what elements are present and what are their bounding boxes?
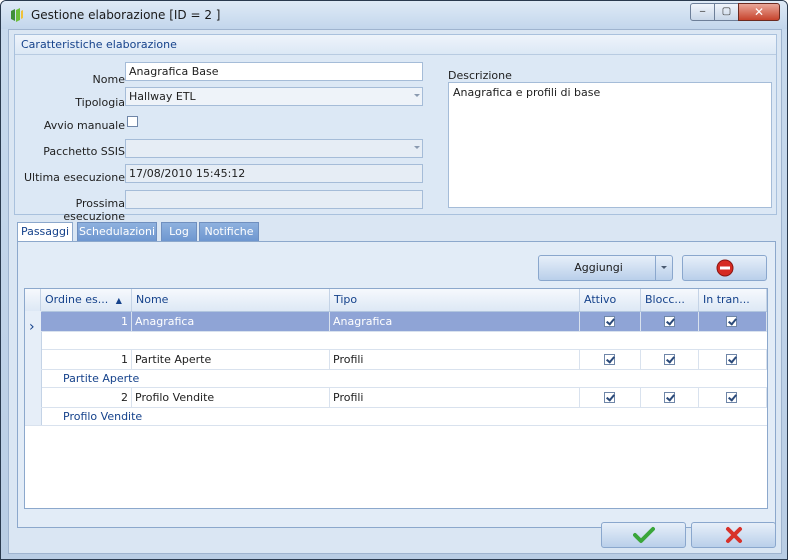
check-icon	[633, 527, 655, 543]
tab-notifiche[interactable]: Notifiche	[199, 222, 259, 242]
cell-ordine[interactable]: 1	[41, 312, 132, 332]
minimize-button[interactable]: ‒	[690, 3, 715, 21]
aggiungi-label: Aggiungi	[574, 261, 623, 274]
cell-blocc[interactable]	[641, 350, 699, 370]
ok-button[interactable]	[601, 522, 686, 548]
cell-tipo[interactable]: Profili	[330, 388, 580, 408]
tab-passaggi[interactable]: Passaggi	[17, 222, 73, 243]
pacchetto-ssis-select[interactable]	[125, 139, 423, 158]
blocc-checkbox[interactable]	[664, 354, 675, 365]
cell-intran[interactable]	[699, 312, 767, 332]
cell-tipo[interactable]: Anagrafica	[330, 312, 580, 332]
cell-attivo[interactable]	[580, 388, 641, 408]
intran-checkbox[interactable]	[726, 392, 737, 403]
tipologia-value: Hallway ETL	[129, 90, 196, 103]
tab-log[interactable]: Log	[161, 222, 197, 242]
header-indicator-cell	[25, 289, 41, 311]
group-row[interactable]: Profilo Vendite	[25, 408, 767, 426]
intran-checkbox[interactable]	[726, 316, 737, 327]
avvio-manuale-label: Avvio manuale	[43, 119, 125, 132]
descrizione-textarea[interactable]: Anagrafica e profili di base	[448, 82, 772, 208]
cell-tipo[interactable]: Profili	[330, 350, 580, 370]
dialog-client-area: Caratteristiche elaborazione Nome Anagra…	[8, 29, 782, 554]
grid-header: Ordine es... ▲ Nome Tipo Attivo Blocc...…	[25, 289, 767, 312]
cell-ordine[interactable]: 2	[41, 388, 132, 408]
cell-nome[interactable]: Profilo Vendite	[132, 388, 330, 408]
cell-nome[interactable]: Partite Aperte	[132, 350, 330, 370]
group-row[interactable]	[25, 332, 767, 350]
passaggi-grid[interactable]: Ordine es... ▲ Nome Tipo Attivo Blocc...…	[24, 288, 768, 509]
maximize-button[interactable]: ▢	[714, 3, 739, 21]
tipologia-select[interactable]: Hallway ETL	[125, 87, 423, 106]
cell-blocc[interactable]	[641, 312, 699, 332]
aggiungi-button[interactable]: Aggiungi	[538, 255, 673, 281]
remove-button[interactable]	[682, 255, 767, 281]
nome-label: Nome	[92, 73, 125, 86]
aggiungi-dropdown-button[interactable]	[655, 256, 672, 280]
group-header-label: Caratteristiche elaborazione	[21, 38, 177, 51]
ultima-esecuzione-field: 17/08/2010 15:45:12	[125, 164, 423, 183]
cell-attivo[interactable]	[580, 350, 641, 370]
group-row-label: Profilo Vendite	[63, 410, 143, 423]
app-logo-icon	[11, 8, 23, 22]
tab-schedulazioni[interactable]: Schedulazioni	[77, 222, 157, 242]
blocc-checkbox[interactable]	[664, 316, 675, 327]
column-header-intran[interactable]: In tran...	[699, 289, 767, 311]
column-header-ordine[interactable]: Ordine es... ▲	[41, 289, 132, 311]
attivo-checkbox[interactable]	[604, 316, 615, 327]
column-header-tipo[interactable]: Tipo	[330, 289, 580, 311]
window-title: Gestione elaborazione [ID = 2 ]	[31, 8, 221, 22]
cell-intran[interactable]	[699, 350, 767, 370]
column-header-blocc[interactable]: Blocc...	[641, 289, 699, 311]
blocc-checkbox[interactable]	[664, 392, 675, 403]
table-row[interactable]: 1 Anagrafica Anagrafica	[25, 312, 767, 332]
attivo-checkbox[interactable]	[604, 392, 615, 403]
table-row[interactable]: 1 Partite Aperte Profili	[25, 350, 767, 370]
avvio-manuale-checkbox[interactable]	[127, 116, 138, 127]
chevron-down-icon	[414, 94, 420, 97]
group-header: Caratteristiche elaborazione	[15, 35, 776, 55]
group-row[interactable]: Partite Aperte	[25, 370, 767, 388]
descrizione-value: Anagrafica e profili di base	[453, 86, 601, 99]
sort-ascending-icon: ▲	[115, 296, 122, 305]
cell-blocc[interactable]	[641, 388, 699, 408]
chevron-down-icon	[661, 266, 667, 269]
column-header-ordine-label: Ordine es...	[45, 293, 109, 306]
tipologia-label: Tipologia	[75, 96, 125, 109]
descrizione-label: Descrizione	[448, 69, 512, 82]
passaggi-tab-page: Aggiungi Ordine es... ▲ Nome Tipo Attivo…	[17, 241, 776, 528]
column-header-attivo[interactable]: Attivo	[580, 289, 641, 311]
ultima-esecuzione-label: Ultima esecuzione	[23, 171, 125, 184]
prossima-esecuzione-field	[125, 190, 423, 209]
close-icon: ✕	[753, 5, 765, 19]
x-icon	[726, 527, 742, 543]
table-row[interactable]: 2 Profilo Vendite Profili	[25, 388, 767, 408]
minimize-icon: ‒	[699, 6, 706, 17]
attivo-checkbox[interactable]	[604, 354, 615, 365]
column-header-nome[interactable]: Nome	[132, 289, 330, 311]
prossima-esecuzione-label: Prossima esecuzione	[63, 197, 125, 223]
cell-nome[interactable]: Anagrafica	[132, 312, 330, 332]
group-row-label: Partite Aperte	[63, 372, 140, 385]
cell-intran[interactable]	[699, 388, 767, 408]
close-button[interactable]: ✕	[738, 3, 780, 21]
pacchetto-ssis-label: Pacchetto SSIS	[43, 145, 125, 158]
chevron-down-icon	[414, 146, 420, 149]
no-entry-icon	[716, 259, 734, 277]
dialog-window: Gestione elaborazione [ID = 2 ] ‒ ▢ ✕ Ca…	[0, 0, 788, 560]
intran-checkbox[interactable]	[726, 354, 737, 365]
maximize-icon: ▢	[721, 6, 732, 17]
cell-attivo[interactable]	[580, 312, 641, 332]
nome-input[interactable]: Anagrafica Base	[125, 62, 423, 81]
cell-ordine[interactable]: 1	[41, 350, 132, 370]
cancel-button[interactable]	[691, 522, 776, 548]
title-bar[interactable]: Gestione elaborazione [ID = 2 ] ‒ ▢ ✕	[1, 1, 787, 29]
